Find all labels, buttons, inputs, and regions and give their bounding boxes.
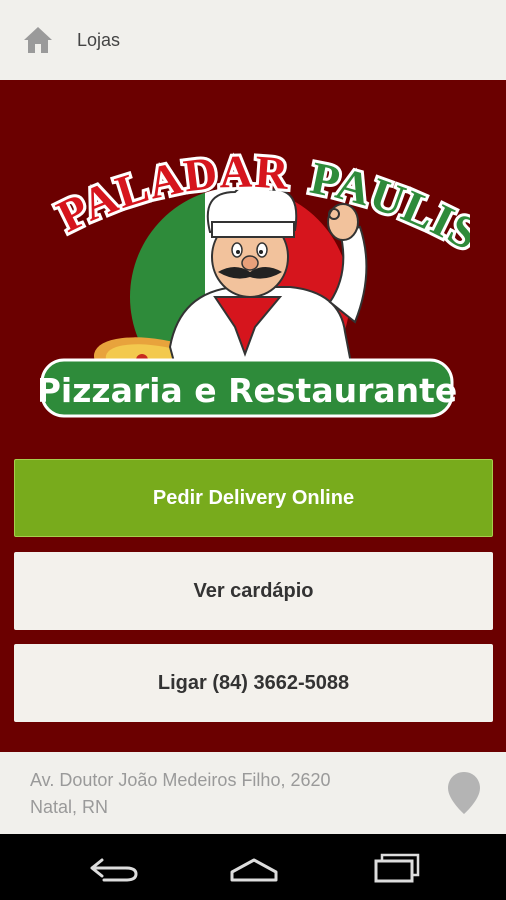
map-pin-icon[interactable]: [446, 770, 482, 816]
address-city: Natal, RN: [30, 797, 109, 817]
restaurant-logo: PALADAR PAULISTANO Pizzaria e Restaurant…: [40, 122, 470, 418]
system-nav-bar: [0, 834, 506, 900]
recent-apps-icon[interactable]: [366, 851, 422, 885]
address-street: Av. Doutor João Medeiros Filho, 2620: [30, 770, 331, 790]
logo-tagline: Pizzaria e Restaurante: [40, 371, 457, 410]
app-screen: Lojas PALADAR PAULI Pizzaria e Restauran…: [0, 0, 506, 900]
address-section[interactable]: Av. Doutor João Medeiros Filho, 2620 Nat…: [0, 752, 506, 834]
main-panel: PALADAR PAULISTANO Pizzaria e Restaurant…: [0, 80, 506, 752]
top-bar: Lojas: [0, 0, 506, 80]
back-icon[interactable]: [86, 854, 142, 884]
call-button[interactable]: Ligar (84) 3662-5088: [14, 644, 493, 722]
nav-home-icon[interactable]: [226, 854, 282, 884]
delivery-button[interactable]: Pedir Delivery Online: [14, 459, 493, 537]
page-title: Lojas: [77, 30, 121, 50]
menu-button[interactable]: Ver cardápio: [14, 552, 493, 630]
home-icon[interactable]: [22, 24, 54, 56]
